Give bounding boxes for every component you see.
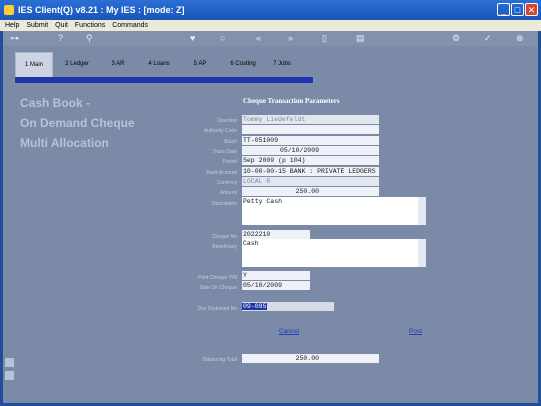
- bg-title-line1: Cash Book -: [20, 96, 91, 110]
- date-on-cheque-field[interactable]: 05/10/2009: [242, 281, 310, 290]
- authority-code-label: Authority Code: [203, 128, 237, 134]
- tab-main-label: 1 Main: [24, 62, 43, 68]
- tab-ledger-label: 2 Ledger: [65, 61, 89, 67]
- tab-loans[interactable]: 4 Loans: [140, 52, 178, 77]
- print-icon[interactable]: ▤: [356, 33, 365, 43]
- ok-icon[interactable]: ✓: [484, 33, 492, 43]
- form-heading: Cheque Transaction Parameters: [243, 97, 340, 105]
- maximize-button[interactable]: □: [511, 3, 524, 16]
- amount-label: Amount: [219, 190, 237, 196]
- description-textarea[interactable]: Petty Cash: [242, 197, 426, 225]
- title-bar: IES Client(Q) v8.21 : My IES : [mode: Z]…: [0, 0, 541, 20]
- batch-field[interactable]: TT-051009: [242, 136, 379, 145]
- key-icon[interactable]: ⊶: [10, 33, 19, 43]
- operator-label: Operator: [217, 118, 237, 124]
- beneficiary-text: Cash: [243, 240, 259, 247]
- tab-ar-label: 3 AR: [111, 61, 125, 67]
- tab-costing[interactable]: 6 Costing: [222, 52, 264, 77]
- description-scrollbar[interactable]: [418, 197, 426, 225]
- window-title: IES Client(Q) v8.21 : My IES : [mode: Z]: [18, 5, 185, 15]
- tab-ar[interactable]: 3 AR: [102, 52, 134, 77]
- forward-icon[interactable]: »: [288, 33, 293, 43]
- side-info-icon[interactable]: [5, 371, 14, 380]
- date-on-cheque-label: Date On Cheque: [199, 285, 237, 291]
- cheque-no-label: Cheque No: [211, 234, 237, 240]
- tab-jobs[interactable]: 7 Jobs: [266, 52, 298, 77]
- tab-ap-label: 5 AP: [193, 61, 207, 67]
- app-window: IES Client(Q) v8.21 : My IES : [mode: Z]…: [0, 0, 541, 406]
- tab-loans-label: 4 Loans: [148, 61, 170, 67]
- post-link[interactable]: Post: [409, 328, 422, 335]
- print-cheque-field[interactable]: Y: [242, 271, 310, 280]
- tab-ledger[interactable]: 2 Ledger: [58, 52, 96, 77]
- doc-deducted-value: 09-095: [242, 303, 268, 310]
- tab-jobs-label: 7 Jobs: [273, 61, 291, 67]
- cancel-link[interactable]: Cancel: [279, 328, 299, 335]
- heart-icon[interactable]: ♥: [190, 33, 195, 43]
- cancel-icon[interactable]: ⊗: [516, 33, 524, 43]
- tab-costing-label: 6 Costing: [230, 61, 256, 67]
- beneficiary-label: Beneficiary: [212, 244, 237, 250]
- refresh-icon[interactable]: ○: [220, 33, 225, 43]
- close-button[interactable]: ✕: [525, 3, 538, 16]
- bank-account-field[interactable]: 10-00-00-15 BANK : PRIVATE LEDGERS: [242, 167, 379, 176]
- amount-field[interactable]: 250.00: [242, 187, 379, 196]
- description-label: Description: [211, 201, 237, 207]
- doc-deducted-field[interactable]: 09-095: [242, 302, 334, 311]
- grid-icon[interactable]: ▯: [322, 33, 327, 43]
- print-cheque-label: Print Cheque Y/N: [198, 275, 237, 281]
- minimize-button[interactable]: _: [497, 3, 510, 16]
- doc-deducted-label: Doc Deducted No: [197, 306, 237, 312]
- app-icon: [4, 5, 14, 15]
- beneficiary-scrollbar[interactable]: [418, 239, 426, 267]
- side-tool-icon[interactable]: [5, 358, 14, 367]
- menu-functions[interactable]: Functions: [75, 22, 105, 29]
- menu-submit[interactable]: Submit: [26, 22, 48, 29]
- help-icon[interactable]: ?: [58, 33, 63, 43]
- trans-date-label: Trans Date: [212, 149, 237, 155]
- currency-field[interactable]: LOCAL R: [242, 177, 379, 186]
- menu-bar: Help Submit Quit Functions Commands: [0, 20, 541, 31]
- search-icon[interactable]: ⚲: [86, 33, 93, 43]
- period-field[interactable]: Sep 2009 (p 104): [242, 156, 379, 165]
- bank-account-label: Bank Account: [206, 170, 237, 176]
- operator-field[interactable]: Tommy Liedefeldt: [242, 115, 379, 124]
- trans-date-field[interactable]: 05/10/2009: [242, 146, 379, 155]
- cheque-no-field[interactable]: 2022210: [242, 230, 310, 239]
- authority-code-field[interactable]: [242, 125, 379, 134]
- beneficiary-textarea[interactable]: Cash: [242, 239, 426, 267]
- tab-main[interactable]: 1 Main: [15, 52, 53, 79]
- menu-quit[interactable]: Quit: [55, 22, 68, 29]
- currency-label: Currency: [216, 180, 237, 186]
- balancing-total-field: 250.00: [242, 354, 379, 363]
- balancing-total-label: Balancing Total: [203, 357, 237, 363]
- rewind-icon[interactable]: «: [256, 33, 261, 43]
- period-label: Period: [222, 159, 237, 165]
- side-icons: [5, 358, 14, 384]
- tab-ap[interactable]: 5 AP: [184, 52, 216, 77]
- batch-label: Batch: [224, 139, 237, 145]
- tab-strip: [15, 77, 313, 83]
- menu-help[interactable]: Help: [5, 22, 19, 29]
- settings-icon[interactable]: ⚙: [452, 33, 460, 43]
- menu-commands[interactable]: Commands: [112, 22, 148, 29]
- description-text: Petty Cash: [243, 198, 283, 205]
